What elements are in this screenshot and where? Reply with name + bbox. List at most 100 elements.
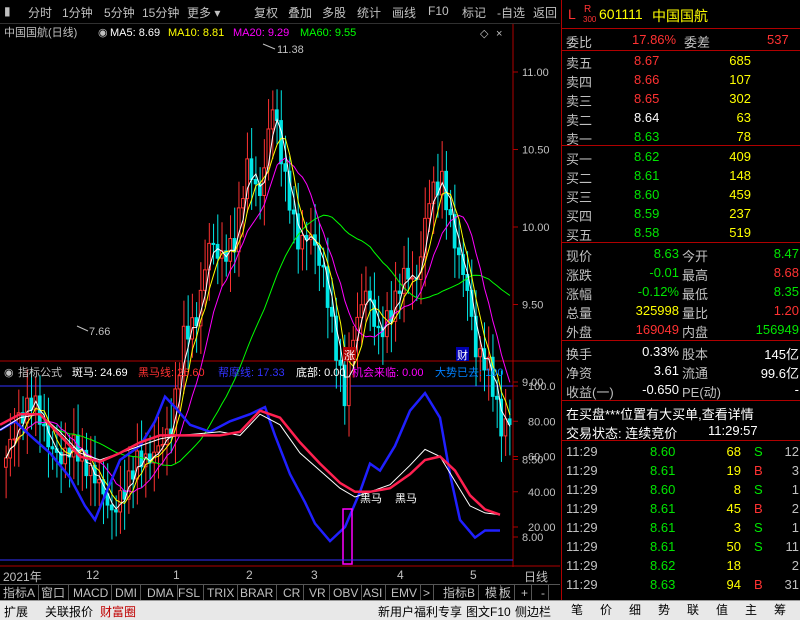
stats-row: 外盘 169049 内盘 156949 [562, 320, 800, 340]
bid-row[interactable]: 买一 8.62 409 [562, 147, 800, 167]
indicator-tab[interactable]: 指标B [440, 585, 480, 601]
tick-time: 11:29 [566, 539, 598, 554]
quote-mode-button[interactable]: 价 [594, 602, 618, 619]
indicator-tab[interactable]: 指标A [0, 585, 40, 601]
tick-time: 11:29 [566, 520, 598, 535]
tick-row: 11:29 8.61 19 B 3 [562, 461, 800, 480]
eye-icon[interactable]: ◉ [98, 27, 108, 39]
finance-row: 净资 3.61 流通 99.6亿 [562, 361, 800, 381]
kline-chart[interactable]: 中国国航(日线) ◉ MA5: 8.69 MA10: 8.81 MA20: 9.29… [0, 24, 560, 568]
weibi-value: 17.86% [632, 32, 677, 47]
ask-row[interactable]: 卖一 8.63 78 [562, 127, 800, 147]
ask-row[interactable]: 卖五 8.67 685 [562, 51, 800, 71]
f10-button[interactable]: 图文F10 [466, 603, 511, 620]
collapse-icon[interactable]: ▮ [4, 4, 11, 18]
toolbar-overlay[interactable]: 叠加 [288, 4, 312, 21]
indicator-tab[interactable]: 板 [496, 585, 516, 601]
indicator-tab[interactable]: MACD [70, 585, 113, 601]
promo-link[interactable]: 新用户福利专享 [378, 603, 462, 620]
close-icon[interactable]: × [496, 28, 502, 40]
ask-row[interactable]: 卖二 8.64 63 [562, 108, 800, 128]
indicator-name[interactable]: 指标公式 [18, 365, 62, 379]
tick-price: 8.61 [650, 520, 676, 535]
notice-row[interactable]: 在买盘***位置有大买单,查看详情 [562, 402, 800, 422]
stats-row: 涨幅 -0.12% 最低 8.35 [562, 282, 800, 302]
bid-row[interactable]: 买二 8.61 148 [562, 166, 800, 186]
candle-body [346, 359, 351, 407]
indicator-tab[interactable]: CR [280, 585, 305, 601]
indicator-tab[interactable]: > [420, 585, 435, 601]
candle-body [329, 306, 334, 317]
quote-mode-button[interactable]: 值 [710, 602, 734, 619]
indicator-tab[interactable]: OBV [330, 585, 363, 601]
candle-body [97, 479, 101, 484]
candle-body [338, 359, 343, 366]
l-badge[interactable]: L [568, 6, 576, 22]
bid-row[interactable]: 买四 8.59 237 [562, 204, 800, 224]
candle-body [50, 446, 55, 450]
tick-volume: 19 [726, 463, 741, 478]
toolbar-1min[interactable]: 1分钟 [62, 4, 93, 21]
toolbar-more[interactable]: 更多 ▾ [187, 4, 220, 21]
indicator-tab[interactable]: EMV [388, 585, 422, 601]
indicator-tab[interactable]: + [518, 585, 533, 601]
tick-side: B [754, 501, 763, 516]
quote-mode-button[interactable]: 细 [623, 602, 647, 619]
stat-value: 8.63 [653, 246, 679, 261]
finance-value: 3.61 [653, 363, 679, 378]
toolbar-stats[interactable]: 统计 [357, 4, 381, 21]
status-bar: 扩展 关联报价 财富圈 新用户福利专享 图文F10 侧边栏 笔价细势联值主筹 [0, 600, 800, 620]
sidebar-toggle[interactable]: 侧边栏 [515, 603, 551, 620]
toolbar-5min[interactable]: 5分钟 [104, 4, 135, 21]
tick-side: B [754, 463, 763, 478]
indicator-tab[interactable]: VR [306, 585, 330, 601]
toolbar-back[interactable]: 返回 [533, 4, 557, 21]
quote-mode-button[interactable]: 笔 [565, 602, 589, 619]
tick-count: 12 [784, 444, 799, 459]
toolbar-remove-watchlist[interactable]: -自选 [497, 4, 525, 21]
book-price: 8.62 [634, 149, 660, 164]
quote-mode-button[interactable]: 联 [681, 602, 705, 619]
wealth-circle-button[interactable]: 财富圈 [100, 603, 136, 620]
stats-row: 涨跌 -0.01 最高 8.68 [562, 263, 800, 283]
quote-mode-button[interactable]: 主 [739, 602, 763, 619]
diamond-icon[interactable]: ◇ [480, 28, 489, 40]
toolbar-f10[interactable]: F10 [428, 4, 449, 18]
weicha-value: 537 [767, 32, 789, 47]
toolbar-15min[interactable]: 15分钟 [142, 4, 179, 21]
bid-row[interactable]: 买五 8.58 519 [562, 223, 800, 243]
period-label[interactable]: 日线 [524, 568, 548, 585]
toolbar-mark[interactable]: 标记 [462, 4, 486, 21]
indicator-tab[interactable]: DMI [112, 585, 141, 601]
expand-button[interactable]: 扩展 [4, 603, 28, 620]
toolbar-intraday[interactable]: 分时 [28, 4, 52, 21]
stat-value: 8.47 [773, 246, 799, 261]
book-price: 8.59 [634, 206, 660, 221]
tick-volume: 68 [726, 444, 741, 459]
indicator-tab[interactable]: TRIX [204, 585, 239, 601]
indicator-tab[interactable]: BRAR [237, 585, 278, 601]
toolbar-multi[interactable]: 多股 [322, 4, 346, 21]
toolbar-adjust[interactable]: 复权 [254, 4, 278, 21]
indicator-tab[interactable]: DMA [144, 585, 178, 601]
candle-body [478, 348, 482, 358]
ma-legend: MA5: 8.69 MA10: 8.81 MA20: 9.29 MA60: 9.55 [110, 27, 356, 39]
quote-mode-button[interactable]: 势 [652, 602, 676, 619]
r-badge: R [584, 4, 592, 15]
indicator-tab[interactable]: - [538, 585, 549, 601]
quote-mode-button[interactable]: 筹 [768, 602, 792, 619]
indicator-tab[interactable]: ASI [360, 585, 387, 601]
stats-row: 总量 325998 量比 1.20 [562, 301, 800, 321]
related-quote-button[interactable]: 关联报价 [45, 603, 93, 620]
indicator-collapse-icon[interactable]: ◉ [4, 367, 14, 379]
black-horse-label-2: 黑马 [395, 492, 417, 505]
ask-row[interactable]: 卖四 8.66 107 [562, 70, 800, 90]
toolbar-draw[interactable]: 画线 [392, 4, 416, 21]
ask-row[interactable]: 卖三 8.65 302 [562, 89, 800, 109]
tick-price: 8.61 [650, 539, 676, 554]
indicator-tab[interactable]: FSL [175, 585, 205, 601]
indicator-tab[interactable]: 窗口 [38, 585, 70, 601]
tick-side: S [754, 444, 763, 459]
candle-body [202, 269, 207, 291]
bid-row[interactable]: 买三 8.60 459 [562, 185, 800, 205]
